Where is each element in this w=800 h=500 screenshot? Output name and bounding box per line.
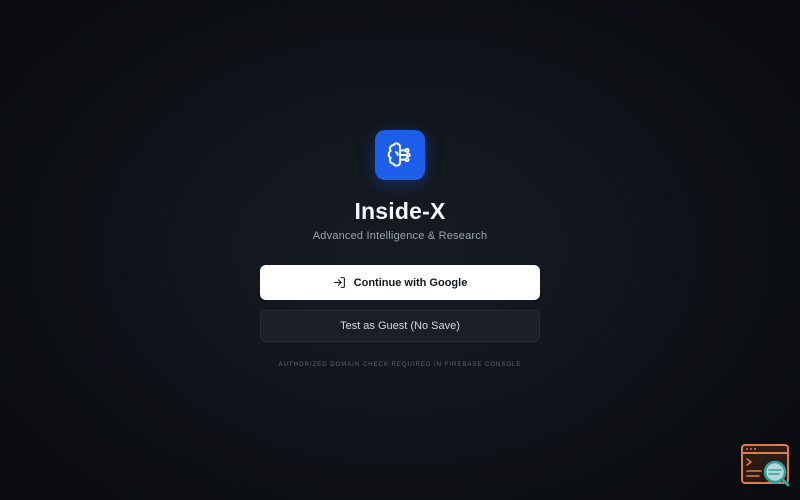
app-title: Inside-X: [354, 198, 446, 224]
firebase-domain-note: AUTHORIZED DOMAIN CHECK REQUIRED IN FIRE…: [278, 362, 522, 368]
login-panel: Inside-X Advanced Intelligence & Researc…: [0, 0, 800, 500]
app-logo: [375, 130, 425, 180]
guest-login-button[interactable]: Test as Guest (No Save): [260, 310, 540, 342]
browser-inspect-icon: [741, 444, 790, 487]
app-subtitle: Advanced Intelligence & Research: [312, 230, 488, 242]
google-button-label: Continue with Google: [353, 276, 468, 289]
guest-button-label: Test as Guest (No Save): [340, 320, 460, 332]
brain-circuit-icon: [387, 142, 411, 167]
continue-with-google-button[interactable]: Continue with Google: [260, 265, 540, 300]
browser-inspect-widget[interactable]: [741, 444, 791, 488]
sign-in-icon: [333, 277, 345, 288]
